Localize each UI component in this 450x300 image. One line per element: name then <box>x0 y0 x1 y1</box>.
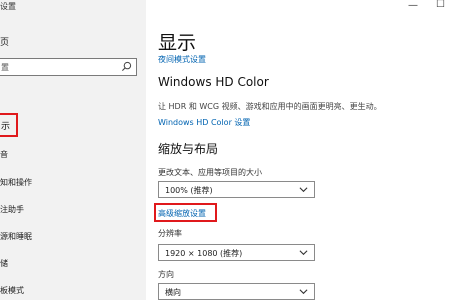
scale-dropdown-value: 100% (推荐) <box>165 186 213 195</box>
sidebar-item-storage[interactable]: 储 <box>0 258 8 269</box>
advanced-scaling-link[interactable]: 高级缩放设置 <box>158 208 206 219</box>
advanced-scaling-highlight[interactable]: 高级缩放设置 <box>154 203 217 222</box>
chevron-down-icon <box>299 250 308 256</box>
maximize-icon[interactable]: ☐ <box>436 0 445 10</box>
scale-layout-heading: 缩放与布局 <box>158 142 219 156</box>
search-input[interactable]: 置 <box>0 58 137 76</box>
sidebar-item-display[interactable]: 示 <box>0 113 18 137</box>
sidebar-item-label: 示 <box>1 122 11 132</box>
window-title: 设置 <box>0 2 16 11</box>
orientation-label: 方向 <box>158 270 174 279</box>
hd-color-settings-link[interactable]: Windows HD Color 设置 <box>158 117 250 128</box>
search-icon[interactable] <box>121 61 132 72</box>
sidebar-item-power-sleep[interactable]: 源和睡眠 <box>0 231 32 242</box>
sidebar: 设置 页 置 示 音 知和操作 注助手 源和睡眠 储 板模式 <box>0 0 146 300</box>
minimize-icon[interactable]: — <box>408 0 418 11</box>
sidebar-item-sound[interactable]: 音 <box>0 149 8 160</box>
sidebar-item-notifications[interactable]: 知和操作 <box>0 177 32 188</box>
sidebar-item-home[interactable]: 页 <box>0 35 9 48</box>
hd-color-description: 让 HDR 和 WCG 视频、游戏和应用中的画面更明亮、更生动。 <box>158 102 382 111</box>
sidebar-item-tablet-mode[interactable]: 板模式 <box>0 285 24 296</box>
orientation-dropdown[interactable]: 横向 <box>158 283 315 300</box>
resolution-dropdown[interactable]: 1920 × 1080 (推荐) <box>158 244 315 261</box>
page-title: 显示 <box>158 32 197 54</box>
hd-color-heading: Windows HD Color <box>158 75 269 89</box>
chevron-down-icon <box>299 187 308 193</box>
night-light-settings-link[interactable]: 夜间模式设置 <box>158 54 206 65</box>
resolution-dropdown-value: 1920 × 1080 (推荐) <box>165 249 243 258</box>
scale-label: 更改文本、应用等项目的大小 <box>158 168 262 177</box>
scale-dropdown[interactable]: 100% (推荐) <box>158 181 315 198</box>
search-input-text: 置 <box>1 63 9 72</box>
sidebar-item-focus-assist[interactable]: 注助手 <box>0 204 24 215</box>
resolution-label: 分辨率 <box>158 229 182 238</box>
chevron-down-icon <box>299 289 308 295</box>
orientation-dropdown-value: 横向 <box>165 288 181 297</box>
